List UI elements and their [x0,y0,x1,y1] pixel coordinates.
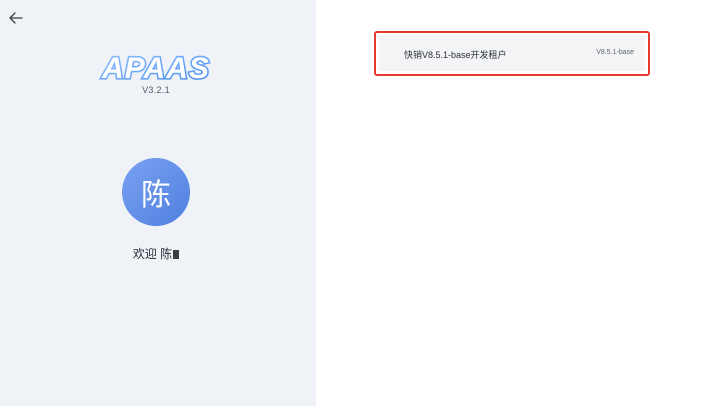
tenant-item[interactable]: 快销V8.5.1-base开发租户 V8.5.1-base [374,31,650,76]
brand-logo: APAAS [100,50,211,84]
tenant-item-body: 快销V8.5.1-base开发租户 V8.5.1-base [379,36,645,71]
app-version: V3.2.1 [142,85,170,95]
user-sidebar: APAAS V3.2.1 陈 欢迎 陈 [0,0,316,406]
avatar: 陈 [122,158,190,226]
login-tenant-select-screen: APAAS V3.2.1 陈 欢迎 陈 快销V8.5.1-base开发租户 V8… [0,0,708,406]
back-button[interactable] [7,11,25,29]
welcome-text: 欢迎 陈 [132,247,173,261]
avatar-initial: 陈 [141,178,171,213]
welcome-message: 欢迎 陈 [0,245,312,262]
name-mask [173,250,180,259]
brand-block: APAAS V3.2.1 [0,50,312,95]
arrow-left-icon [9,11,23,29]
tenant-version: V8.5.1-base [596,49,634,56]
brand-name: APAAS [101,52,210,84]
tenant-name: 快销V8.5.1-base开发租户 [404,50,507,60]
